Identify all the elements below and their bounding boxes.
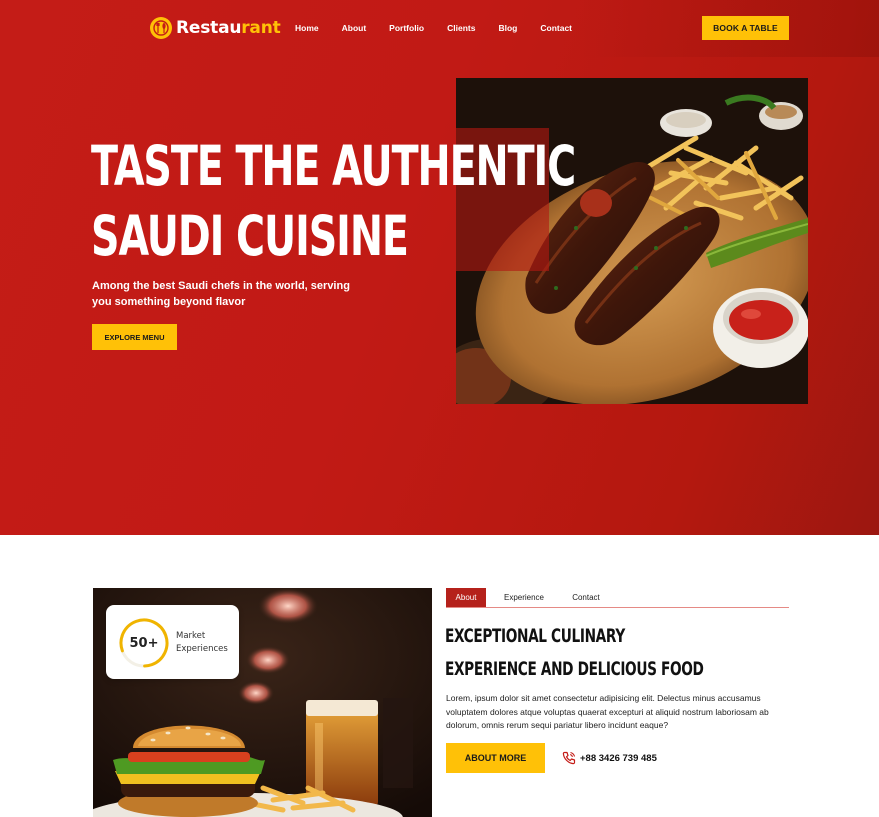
about-body-text: Lorem, ipsum dolor sit amet consectetur … (446, 693, 769, 730)
book-table-button[interactable]: BOOK A TABLE (702, 16, 789, 40)
about-title-line-2: EXPERIENCE AND DELICIOUS FOOD (445, 658, 704, 680)
stat-label-line-1: Market (176, 631, 206, 641)
hero-title-line-1: TASTE THE AUTHENTIC (91, 134, 576, 198)
hero-subtitle: Among the best Saudi chefs in the world,… (92, 280, 350, 308)
tab-about[interactable]: About (446, 588, 486, 607)
nav-home[interactable]: Home (295, 22, 319, 34)
phone-number: +88 3426 739 485 (580, 752, 657, 764)
nav-clients[interactable]: Clients (447, 22, 475, 34)
explore-menu-button[interactable]: EXPLORE MENU (92, 324, 177, 350)
logo-text-main: Restau (176, 18, 242, 38)
about-more-button[interactable]: ABOUT MORE (446, 743, 545, 773)
nav-about[interactable]: About (342, 22, 367, 34)
nav-blog[interactable]: Blog (498, 22, 517, 34)
top-navbar: Restaurant Home About Portfolio Clients … (0, 0, 879, 57)
about-title: EXCEPTIONAL CULINARY EXPERIENCE AND DELI… (445, 620, 704, 686)
nav-portfolio[interactable]: Portfolio (389, 22, 424, 34)
logo-text-accent: rant (241, 18, 281, 38)
stat-label-line-2: Experiences (176, 644, 228, 654)
logo-text: Restaurant (176, 18, 281, 38)
stat-label: Market Experiences (176, 630, 236, 656)
about-tabs: About Experience Contact (446, 588, 789, 608)
tab-experience[interactable]: Experience (499, 588, 549, 607)
phone-icon (562, 751, 576, 765)
stat-value: 50+ (129, 635, 159, 651)
site-logo[interactable]: Restaurant (150, 16, 281, 40)
main-nav: Home About Portfolio Clients Blog Contac… (295, 22, 595, 34)
tab-contact[interactable]: Contact (564, 588, 608, 607)
hero-title-line-2: SAUDI CUISINE (91, 204, 409, 268)
market-experience-card: 50+ Market Experiences (106, 605, 239, 679)
plate-cutlery-icon (150, 17, 172, 39)
nav-contact[interactable]: Contact (540, 22, 572, 34)
phone-contact[interactable]: +88 3426 739 485 (561, 750, 657, 766)
hero-title: TASTE THE AUTHENTIC SAUDI CUISINE (91, 131, 576, 271)
about-title-line-1: EXCEPTIONAL CULINARY (445, 625, 625, 647)
hero-section: Restaurant Home About Portfolio Clients … (0, 0, 879, 535)
